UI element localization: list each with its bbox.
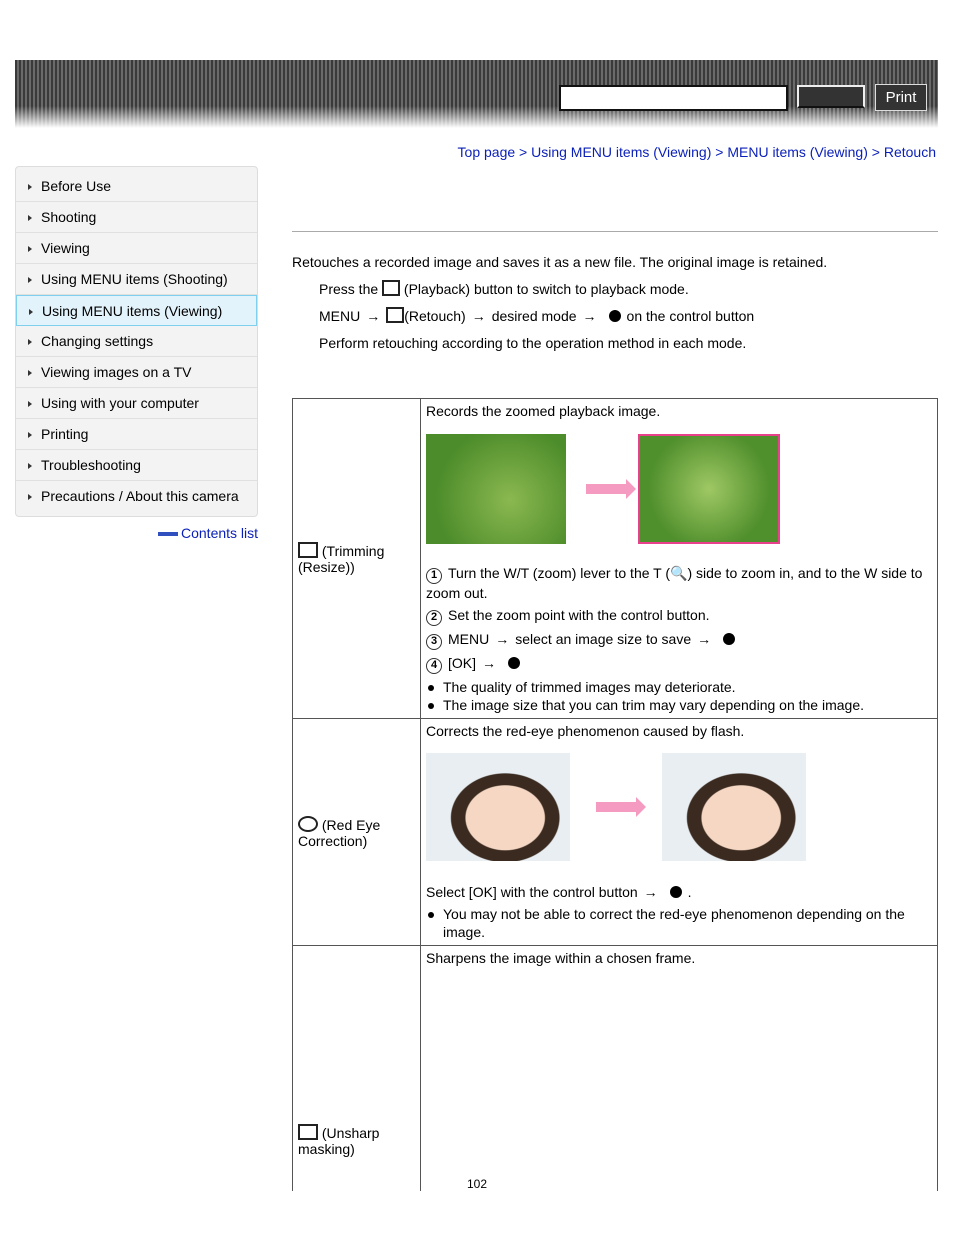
red-eye-icon xyxy=(298,815,318,832)
table-row: (Unsharp masking) Sharpens the image wit… xyxy=(292,945,938,1191)
zoom-t-icon: 🔍 xyxy=(670,565,688,581)
page-number: 102 xyxy=(467,1177,488,1191)
sidebar-item-tv[interactable]: Viewing images on a TV xyxy=(16,357,257,388)
contents-list-link[interactable]: Contents list xyxy=(158,525,258,541)
search-input[interactable] xyxy=(559,85,788,111)
note: The image size that you can trim may var… xyxy=(426,696,932,714)
sidebar: Before Use Shooting Viewing Using MENU i… xyxy=(15,166,258,517)
intro-text: Retouches a recorded image and saves it … xyxy=(292,254,828,270)
table-row: (Trimming (Resize)) Records the zoomed p… xyxy=(292,398,938,719)
arrow-icon xyxy=(596,797,646,817)
sidebar-item-menu-viewing[interactable]: Using MENU items (Viewing) xyxy=(16,295,257,326)
mode-description: Sharpens the image within a chosen frame… xyxy=(426,950,696,966)
breadcrumb-retouch[interactable]: Retouch xyxy=(884,144,936,160)
unsharp-icon xyxy=(298,1123,318,1140)
red-eye-after-image xyxy=(662,753,806,861)
sidebar-item-menu-shooting[interactable]: Using MENU items (Shooting) xyxy=(16,264,257,295)
contents-list-label: Contents list xyxy=(181,525,259,541)
divider xyxy=(292,231,938,232)
mode-description: Corrects the red-eye phenomenon caused b… xyxy=(426,723,745,739)
trimming-after-image xyxy=(638,434,780,544)
sidebar-item-changing-settings[interactable]: Changing settings xyxy=(16,326,257,357)
search-button[interactable] xyxy=(797,85,865,108)
sidebar-item-precautions[interactable]: Precautions / About this camera xyxy=(16,481,257,512)
sidebar-item-before-use[interactable]: Before Use xyxy=(16,171,257,202)
trimming-icon xyxy=(298,542,318,558)
table-row: (Red Eye Correction) Corrects the red-ey… xyxy=(292,718,938,946)
breadcrumb: Top page > Using MENU items (Viewing) > … xyxy=(457,144,936,160)
mode-table: (Trimming (Resize)) Records the zoomed p… xyxy=(292,398,938,1191)
zoom-arrow-icon xyxy=(566,434,638,544)
center-button-icon xyxy=(608,310,621,322)
sidebar-item-viewing[interactable]: Viewing xyxy=(16,233,257,264)
step-menu: MENU → (Retouch) → desired mode → on the contr… xyxy=(319,307,755,324)
breadcrumb-using-menu[interactable]: Using MENU items (Viewing) xyxy=(531,144,711,160)
note: You may not be able to correct the red-e… xyxy=(426,905,932,941)
playback-icon xyxy=(382,280,401,296)
sidebar-item-computer[interactable]: Using with your computer xyxy=(16,388,257,419)
sidebar-item-printing[interactable]: Printing xyxy=(16,419,257,450)
trimming-before-image xyxy=(426,434,566,544)
retouch-icon xyxy=(386,307,405,323)
sidebar-item-shooting[interactable]: Shooting xyxy=(16,202,257,233)
breadcrumb-top[interactable]: Top page xyxy=(458,144,516,160)
print-button[interactable]: Print xyxy=(875,84,927,111)
sidebar-item-troubleshooting[interactable]: Troubleshooting xyxy=(16,450,257,481)
arrow-right-icon xyxy=(158,532,178,537)
mode-description: Records the zoomed playback image. xyxy=(426,403,661,419)
breadcrumb-menu-items[interactable]: MENU items (Viewing) xyxy=(727,144,868,160)
step-playback: Press the (Playback) button to switch to… xyxy=(319,280,689,297)
step-perform: Perform retouching according to the oper… xyxy=(319,335,747,351)
note: The quality of trimmed images may deteri… xyxy=(426,678,932,696)
red-eye-before-image xyxy=(426,753,570,861)
